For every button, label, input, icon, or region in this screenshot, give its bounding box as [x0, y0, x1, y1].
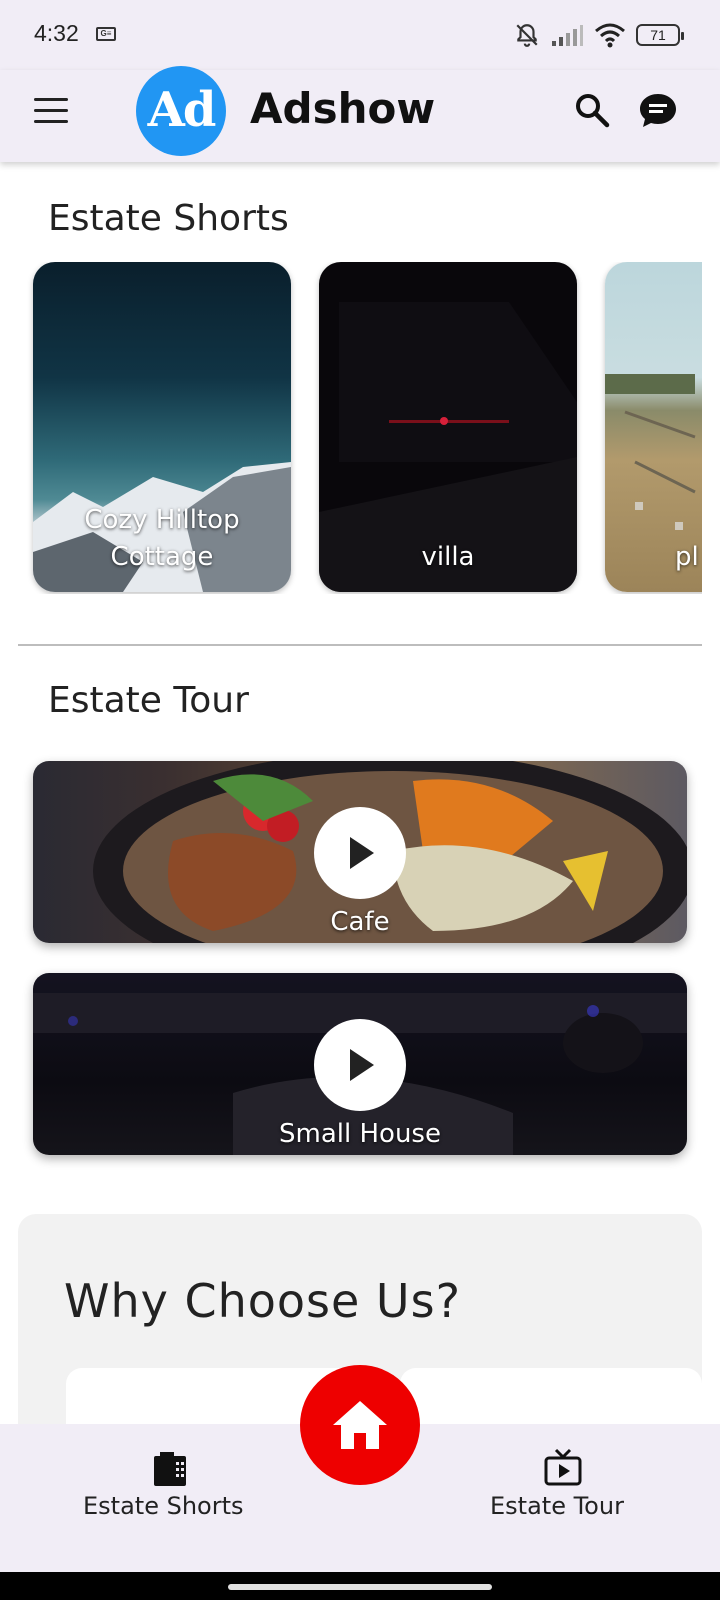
nav-estate-shorts[interactable]: Estate Shorts: [70, 1424, 270, 1572]
status-icons: 71: [514, 20, 684, 50]
short-card-label: pl: [675, 542, 699, 572]
film-icon: [154, 1452, 186, 1486]
why-choose-title: Why Choose Us?: [64, 1274, 461, 1328]
signal-icon: [552, 25, 583, 46]
tour-card[interactable]: Cafe: [33, 761, 687, 943]
home-icon: [333, 1401, 387, 1449]
tour-card-label: Cafe: [330, 907, 390, 937]
short-card[interactable]: pl: [605, 262, 702, 592]
shorts-carousel[interactable]: Cozy Hilltop Cottage villa pl: [0, 262, 702, 594]
status-bar: 4:32 G≡ 71: [0, 0, 720, 70]
short-card[interactable]: villa: [319, 262, 577, 592]
wifi-icon: [595, 23, 625, 48]
battery-icon: 71: [636, 24, 684, 46]
gesture-handle[interactable]: [228, 1584, 492, 1590]
play-button[interactable]: [314, 807, 406, 899]
app-logo: Ad: [136, 66, 226, 156]
nav-estate-shorts-label: Estate Shorts: [83, 1492, 244, 1520]
short-card-label: Cozy Hilltop Cottage: [84, 505, 240, 572]
tour-section-title: Estate Tour: [48, 680, 249, 721]
search-icon[interactable]: [572, 90, 612, 130]
tour-card-label: Small House: [279, 1119, 441, 1149]
app-bar: Ad Adshow: [0, 66, 720, 162]
section-divider: [18, 644, 702, 646]
shorts-section-title: Estate Shorts: [48, 198, 289, 239]
play-icon: [350, 837, 374, 869]
nav-estate-tour[interactable]: Estate Tour: [478, 1424, 648, 1572]
short-card-label: villa: [421, 542, 475, 572]
menu-icon[interactable]: [34, 98, 68, 124]
bell-off-icon: [516, 24, 538, 47]
play-icon: [350, 1049, 374, 1081]
home-button[interactable]: [300, 1365, 420, 1485]
play-button[interactable]: [314, 1019, 406, 1111]
tour-card[interactable]: Small House: [33, 973, 687, 1155]
nav-estate-tour-label: Estate Tour: [490, 1492, 624, 1520]
status-time: 4:32: [34, 20, 79, 46]
short-card[interactable]: Cozy Hilltop Cottage: [33, 262, 291, 592]
app-title: Adshow: [250, 84, 436, 133]
tv-icon: [544, 1448, 582, 1486]
sim-icon: G≡: [96, 27, 116, 41]
chat-icon[interactable]: [636, 88, 680, 132]
gesture-bar: [0, 1572, 720, 1600]
